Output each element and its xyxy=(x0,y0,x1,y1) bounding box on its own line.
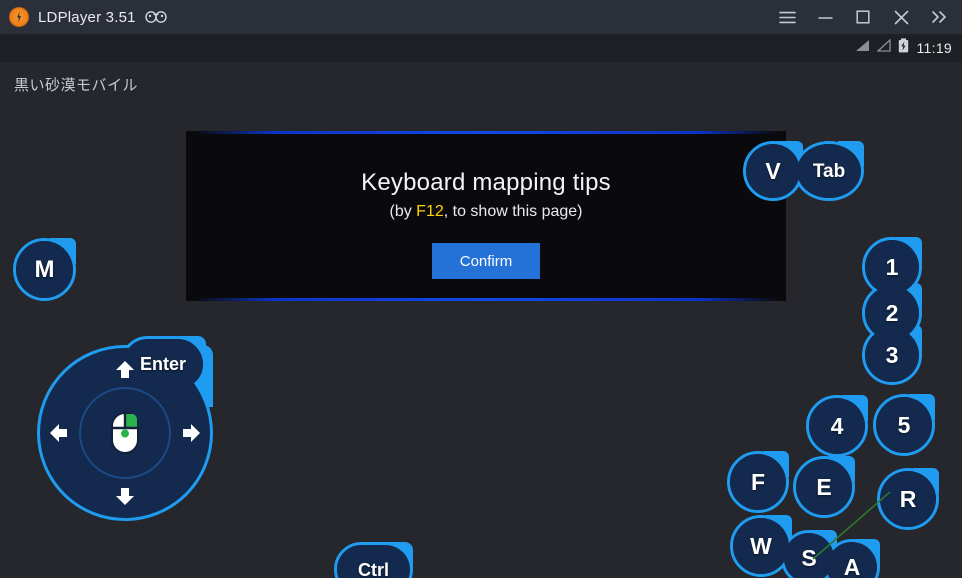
android-status-bar: 11:19 xyxy=(0,34,962,62)
menu-button[interactable] xyxy=(768,0,806,34)
cell-signal-icon xyxy=(875,38,891,57)
arrow-up-icon[interactable] xyxy=(114,359,136,381)
key-label: E xyxy=(816,473,832,500)
key-label: Enter xyxy=(139,354,186,374)
app-title: LDPlayer 3.51 xyxy=(38,8,136,26)
key-button-ctrl[interactable]: Ctrl xyxy=(334,542,413,578)
key-label: A xyxy=(843,553,861,578)
emulator-canvas: Keyboard mapping tips (by F12, to show t… xyxy=(0,107,962,578)
maximize-button[interactable] xyxy=(844,0,882,34)
key-button-4[interactable]: 4 xyxy=(806,395,868,457)
hamburger-menu-icon xyxy=(778,11,796,24)
status-bar-clock: 11:19 xyxy=(916,40,952,56)
double-chevron-right-icon xyxy=(931,10,947,24)
key-corner-notch xyxy=(829,456,855,482)
mouse-icon[interactable] xyxy=(111,412,139,454)
close-button[interactable] xyxy=(882,0,920,34)
key-label: V xyxy=(765,157,781,184)
key-label: M xyxy=(34,255,55,283)
keyboard-mapping-tips-dialog: Keyboard mapping tips (by F12, to show t… xyxy=(186,131,786,301)
key-corner-notch xyxy=(909,394,935,420)
key-corner-notch xyxy=(842,395,868,421)
arrow-down-icon[interactable] xyxy=(114,485,136,507)
key-label: 5 xyxy=(897,411,911,438)
battery-charging-icon xyxy=(898,38,909,58)
key-label: R xyxy=(899,485,917,512)
wifi-signal-icon xyxy=(855,39,870,57)
ldplayer-window: LDPlayer 3.51 11:19 黒い砂漠モバイル Keyboard ma… xyxy=(0,0,962,578)
key-label: W xyxy=(750,532,772,559)
key-label: F xyxy=(750,468,766,495)
arrow-left-icon[interactable] xyxy=(48,422,70,444)
game-title-text: 黒い砂漠モバイル xyxy=(14,77,139,94)
dialog-title: Keyboard mapping tips xyxy=(361,169,611,196)
hint-hotkey: F12 xyxy=(416,203,444,220)
key-label: 3 xyxy=(885,341,899,368)
minimize-icon xyxy=(817,11,833,24)
key-button-f[interactable]: F xyxy=(727,451,789,513)
dialog-hint: (by F12, to show this page) xyxy=(186,203,786,221)
confirm-button[interactable]: Confirm xyxy=(432,243,540,279)
key-button-r[interactable]: R xyxy=(877,468,939,530)
ldplayer-logo-icon xyxy=(9,7,29,27)
close-icon xyxy=(894,10,909,25)
key-label: Tab xyxy=(812,160,846,182)
dpad-control[interactable] xyxy=(37,345,213,521)
key-label: 2 xyxy=(885,299,899,326)
gamepad-icon[interactable] xyxy=(144,10,167,24)
status-icons xyxy=(855,38,909,58)
game-title-bar: 黒い砂漠モバイル xyxy=(0,62,962,107)
key-label: S xyxy=(801,544,817,571)
window-title-bar: LDPlayer 3.51 xyxy=(0,0,962,34)
expand-sidebar-button[interactable] xyxy=(920,0,958,34)
hint-prefix: (by xyxy=(389,203,417,220)
key-corner-notch xyxy=(387,542,413,568)
key-button-3[interactable]: 3 xyxy=(862,325,922,385)
key-label: 4 xyxy=(830,412,844,439)
key-corner-notch xyxy=(763,451,789,477)
key-corner-notch xyxy=(913,468,939,494)
maximize-icon xyxy=(856,10,870,24)
hint-suffix: , to show this page) xyxy=(443,203,583,220)
key-label: 1 xyxy=(885,253,899,280)
minimize-button[interactable] xyxy=(806,0,844,34)
key-button-5[interactable]: 5 xyxy=(873,394,935,456)
key-label: Ctrl xyxy=(358,559,389,578)
key-button-m[interactable]: M xyxy=(13,238,76,301)
arrow-right-icon[interactable] xyxy=(180,422,202,444)
key-button-e[interactable]: E xyxy=(793,456,855,518)
key-button-tab[interactable]: Tab xyxy=(794,141,864,201)
key-corner-notch xyxy=(896,237,922,263)
